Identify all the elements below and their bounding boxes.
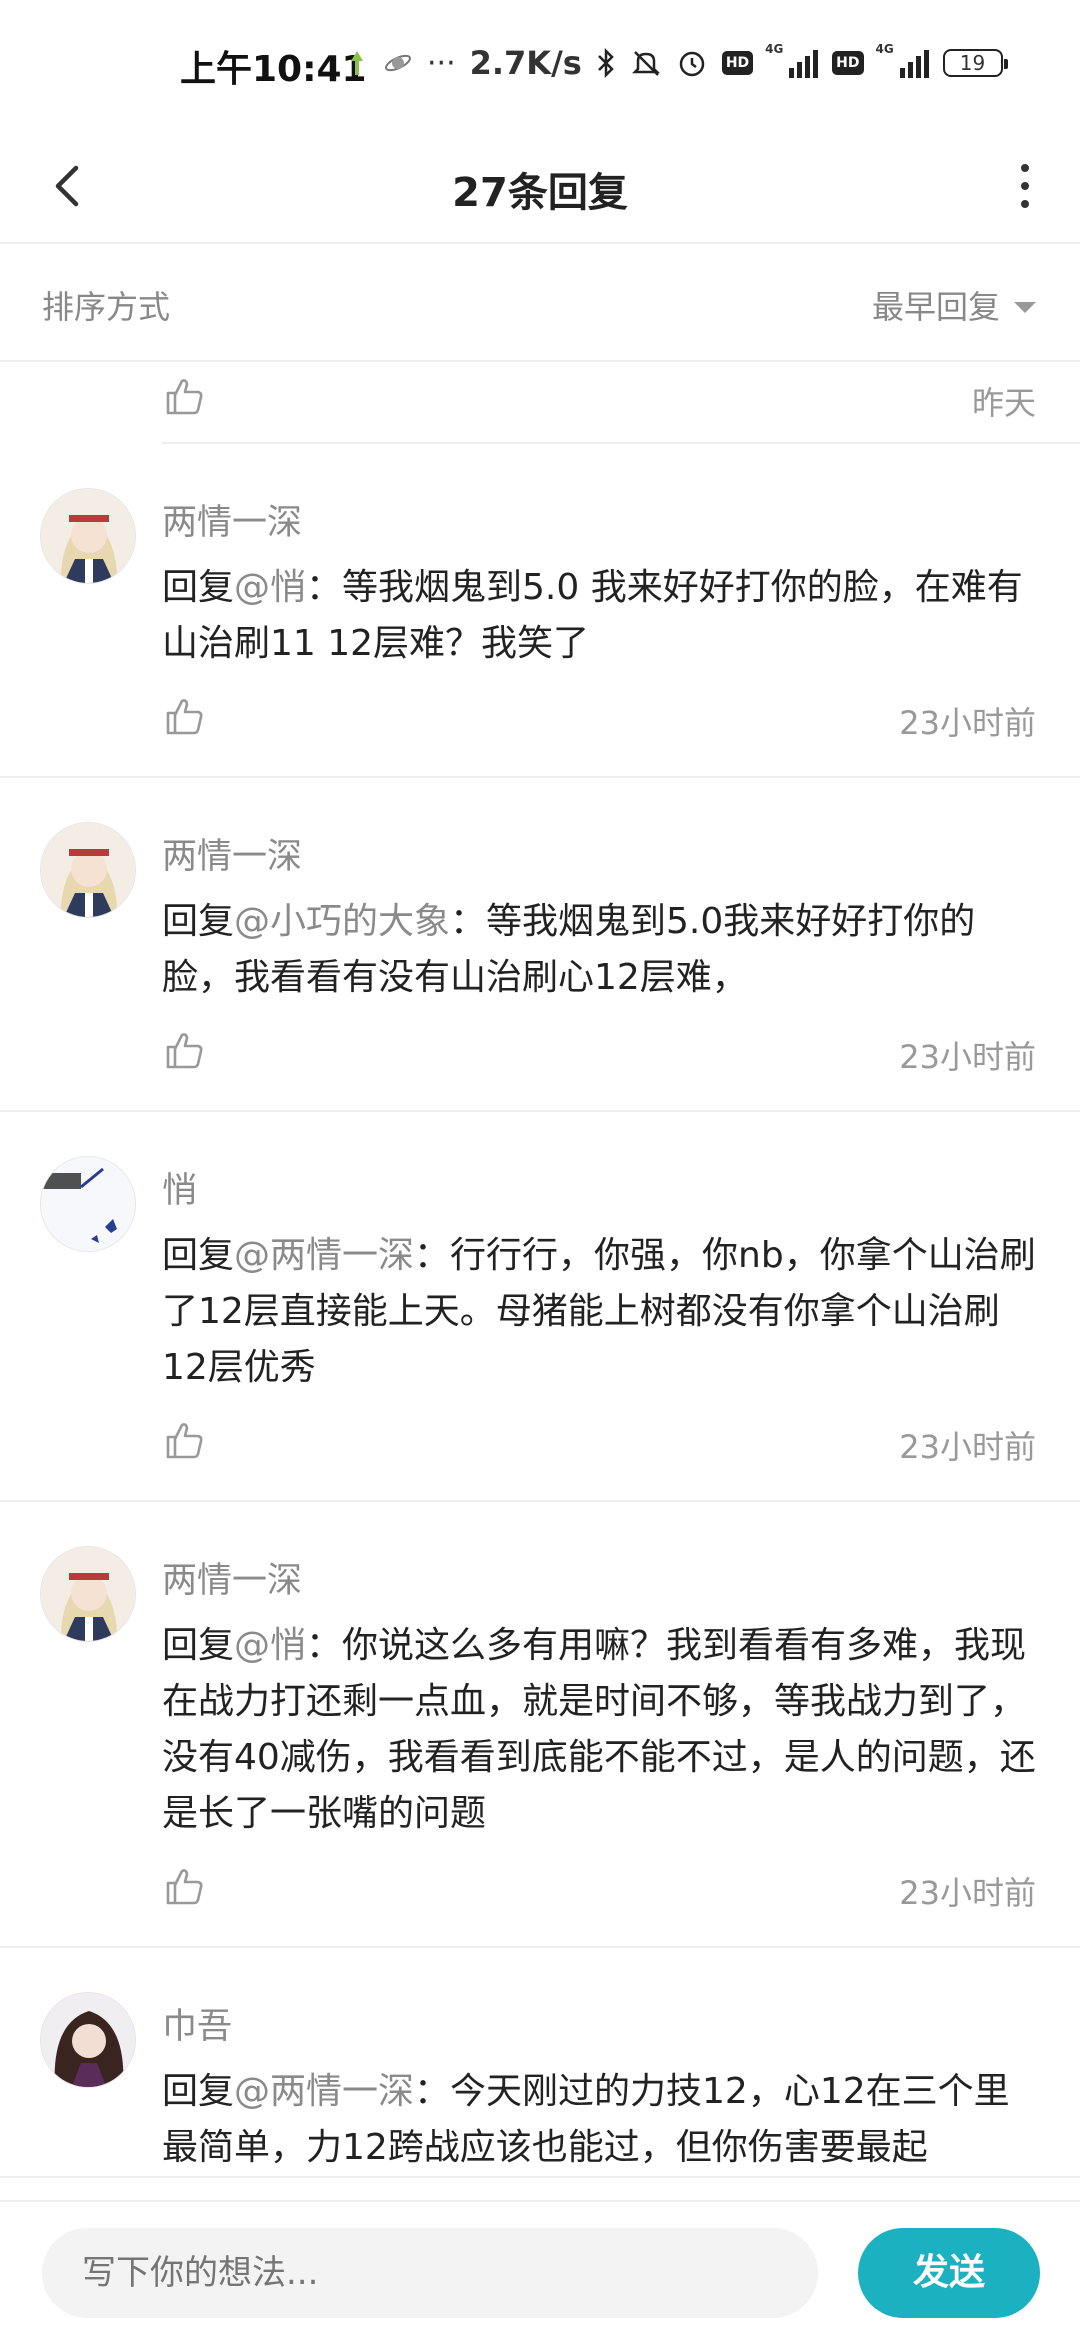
mute-icon [631, 51, 660, 76]
reply-time: 23小时前 [899, 704, 1036, 742]
avatar[interactable] [40, 1546, 136, 1642]
planet-icon [385, 54, 411, 72]
reply-mention[interactable]: @两情一深 [234, 1235, 414, 1276]
sort-label: 排序方式 [42, 288, 171, 326]
reply-item: 两情一深 回复@小巧的大象：等我烟鬼到5.0我来好好打你的脸，我看看有没有山治刷… [0, 778, 1080, 1112]
reply-prefix: 回复 [162, 1625, 235, 1666]
reply-time: 昨天 [971, 384, 1036, 422]
reply-mention[interactable]: @悄 [234, 567, 306, 608]
caret-down-icon [1014, 301, 1036, 313]
reply-item: 两情一深 回复@悄：你说这么多有用嘛？我到看看有多难，我现在战力打还剩一点血，就… [0, 1502, 1080, 1948]
bluetooth-icon [597, 48, 614, 78]
app-notification-icon [351, 51, 363, 75]
reply-time: 23小时前 [899, 1428, 1036, 1466]
like-icon[interactable] [162, 374, 206, 418]
reply-prefix: 回复 [162, 901, 235, 942]
signal-label-2: 4G [875, 42, 894, 56]
comment-input[interactable] [42, 2228, 818, 2318]
reply-text: 回复@悄：你说这么多有用嘛？我到看看有多难，我现在战力打还剩一点血，就是时间不够… [162, 1618, 1036, 1842]
composer-bar: 发送 [0, 2200, 1080, 2340]
reply-username[interactable]: 两情一深 [162, 778, 1036, 880]
like-icon[interactable] [162, 1418, 206, 1462]
reply-prefix: 回复 [162, 2071, 235, 2112]
reply-item: 昨天 [0, 364, 1080, 444]
avatar[interactable] [40, 1992, 136, 2088]
reply-username[interactable]: 两情一深 [162, 444, 1036, 546]
signal-label-1: 4G [765, 42, 784, 56]
reply-username[interactable]: 悄 [162, 1112, 1036, 1214]
status-bar: 上午10:41 ··· 2.7K/s HD 4G HD 4G 19 [0, 0, 1080, 130]
reply-item: 巾吾 回复@两情一深：今天刚过的力技12，心12在三个里最简单，力12跨战应该也… [0, 1948, 1080, 2178]
send-button[interactable]: 发送 [858, 2228, 1040, 2318]
avatar[interactable] [40, 822, 136, 918]
reply-text: 回复@两情一深：今天刚过的力技12，心12在三个里最简单，力12跨战应该也能过，… [162, 2064, 1036, 2176]
reply-username[interactable]: 两情一深 [162, 1502, 1036, 1604]
like-icon[interactable] [162, 1864, 206, 1908]
reply-time: 23小时前 [899, 1874, 1036, 1912]
top-bar: 27条回复 [0, 130, 1080, 244]
reply-text: 回复@小巧的大象：等我烟鬼到5.0我来好好打你的脸，我看看有没有山治刷心12层难… [162, 894, 1036, 1006]
status-time: 上午10:41 [180, 49, 367, 90]
more-dot-icon [1021, 164, 1029, 172]
status-icons: ··· 2.7K/s HD 4G HD 4G 19 [345, 42, 1008, 82]
like-icon[interactable] [162, 694, 206, 738]
reply-mention[interactable]: @小巧的大象 [234, 901, 450, 942]
more-menu-button[interactable] [1000, 156, 1050, 216]
reply-mention[interactable]: @两情一深 [234, 2071, 414, 2112]
alarm-icon [679, 51, 705, 77]
battery-icon: 19 [942, 49, 1008, 77]
reply-item: 悄 回复@两情一深：行行行，你强，你nb，你拿个山治刷了12层直接能上天。母猪能… [0, 1112, 1080, 1502]
avatar[interactable] [40, 1156, 136, 1252]
reply-prefix: 回复 [162, 567, 235, 608]
sort-bar: 排序方式 最早回复 [0, 246, 1080, 362]
more-notifications-icon: ··· [427, 45, 456, 81]
avatar[interactable] [40, 488, 136, 584]
reply-text: 回复@悄：等我烟鬼到5.0 我来好好打你的脸，在难有山治刷11 12层难？我笑了 [162, 560, 1036, 672]
reply-prefix: 回复 [162, 1235, 235, 1276]
reply-item: 两情一深 回复@悄：等我烟鬼到5.0 我来好好打你的脸，在难有山治刷11 12层… [0, 444, 1080, 778]
net-speed: 2.7K/s [469, 44, 582, 82]
reply-mention[interactable]: @悄 [234, 1625, 306, 1666]
signal-icon-2: 4G [876, 42, 929, 78]
signal-icon-1: 4G [765, 42, 819, 78]
more-dot-icon [1021, 200, 1029, 208]
page-title: 27条回复 [452, 170, 628, 216]
sort-value: 最早回复 [871, 288, 1000, 326]
reply-time: 23小时前 [899, 1038, 1036, 1076]
hd-badge-2: HD [832, 51, 864, 75]
sort-dropdown[interactable]: 最早回复 [872, 282, 1036, 328]
reply-list[interactable]: 昨天 两情一深 回复@悄：等我烟鬼到5.0 我来好好打你的脸，在难有山治刷11 … [0, 364, 1080, 2200]
hd-badge-1: HD [721, 51, 754, 75]
reply-text: 回复@两情一深：行行行，你强，你nb，你拿个山治刷了12层直接能上天。母猪能上树… [162, 1228, 1036, 1396]
reply-username[interactable]: 巾吾 [162, 1948, 1036, 2050]
more-dot-icon [1021, 182, 1029, 190]
like-icon[interactable] [162, 1028, 206, 1072]
